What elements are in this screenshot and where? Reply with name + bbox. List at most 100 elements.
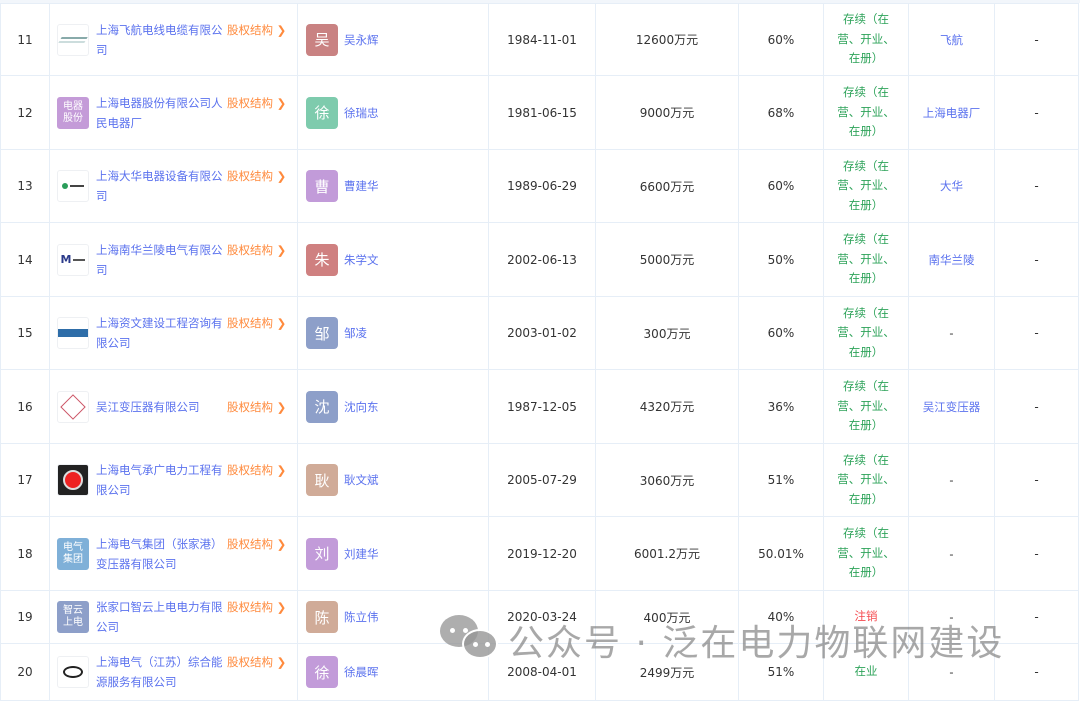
group-link[interactable]: 南华兰陵 <box>908 222 995 297</box>
company-link[interactable]: 上海飞航电线电缆有限公司 <box>96 20 224 60</box>
equity-structure-link[interactable]: 股权结构 ❯ <box>227 242 286 258</box>
row-number: 12 <box>0 75 50 150</box>
person-link[interactable]: 徐瑞忠 <box>344 105 379 121</box>
avatar: 陈 <box>306 601 338 633</box>
status-badge: 存续（在营、开业、在册） <box>823 149 909 223</box>
extra-cell: - <box>994 516 1079 591</box>
registered-capital: 3060万元 <box>595 443 739 517</box>
table-row: 18 电气集团 上海电气集团（张家港）变压器有限公司 股权结构 ❯ 刘 刘建华 … <box>0 516 1079 591</box>
company-link[interactable]: 上海电气（江苏）综合能源服务有限公司 <box>96 652 224 692</box>
avatar: 沈 <box>306 390 338 423</box>
watermark-text: 公众号 · 泛在电力物联网建设 <box>508 623 1005 664</box>
avatar: 耿 <box>306 464 338 496</box>
avatar: 曹 <box>306 170 338 202</box>
group-link[interactable]: 吴江变压器 <box>908 369 995 444</box>
watermark: 公众号 · 泛在电力物联网建设 <box>440 613 1004 667</box>
established-date: 1989-06-29 <box>488 149 596 223</box>
registered-capital: 5000万元 <box>595 222 739 297</box>
avatar: 刘 <box>306 537 338 570</box>
legal-person-cell: 吴 吴永辉 <box>297 3 489 76</box>
chevron-right-icon: ❯ <box>276 399 287 414</box>
established-date: 1987-12-05 <box>488 369 596 444</box>
equity-structure-link[interactable]: 股权结构 ❯ <box>227 168 286 184</box>
company-logo <box>57 464 89 496</box>
established-date: 2019-12-20 <box>488 516 596 591</box>
established-date: 1984-11-01 <box>488 3 596 76</box>
avatar: 邹 <box>306 317 338 349</box>
registered-capital: 6001.2万元 <box>595 516 739 591</box>
equity-structure-link[interactable]: 股权结构 ❯ <box>227 315 286 331</box>
row-number: 16 <box>0 369 50 444</box>
established-date: 2005-07-29 <box>488 443 596 517</box>
person-link[interactable]: 曹建华 <box>344 178 379 194</box>
company-logo: M <box>57 243 89 276</box>
company-cell: 上海大华电器设备有限公司 股权结构 ❯ <box>49 149 298 223</box>
legal-person-cell: 刘 刘建华 <box>297 516 489 591</box>
person-link[interactable]: 徐晨晖 <box>344 664 379 680</box>
chevron-right-icon: ❯ <box>276 316 287 330</box>
legal-person-cell: 沈 沈向东 <box>297 369 489 444</box>
legal-person-cell: 耿 耿文斌 <box>297 443 489 517</box>
company-cell: 电气集团 上海电气集团（张家港）变压器有限公司 股权结构 ❯ <box>49 516 298 591</box>
person-link[interactable]: 刘建华 <box>344 546 379 562</box>
company-logo: 电器股份 <box>57 96 89 129</box>
company-link[interactable]: 上海南华兰陵电气有限公司 <box>96 240 224 280</box>
company-logo <box>57 317 89 349</box>
company-logo <box>57 390 89 423</box>
registered-capital: 12600万元 <box>595 3 739 76</box>
group-link: - <box>908 516 995 591</box>
company-link[interactable]: 上海大华电器设备有限公司 <box>96 166 224 206</box>
company-link[interactable]: 上海资文建设工程咨询有限公司 <box>96 313 224 353</box>
person-link[interactable]: 耿文斌 <box>344 472 379 488</box>
equity-structure-link[interactable]: 股权结构 ❯ <box>227 22 286 38</box>
status-badge: 存续（在营、开业、在册） <box>823 3 909 76</box>
person-link[interactable]: 沈向东 <box>344 399 379 415</box>
equity-structure-link[interactable]: 股权结构 ❯ <box>227 536 286 552</box>
equity-structure-link[interactable]: 股权结构 ❯ <box>227 599 286 615</box>
wechat-icon <box>440 613 500 667</box>
registered-capital: 6600万元 <box>595 149 739 223</box>
status-badge: 存续（在营、开业、在册） <box>823 443 909 517</box>
avatar: 徐 <box>306 656 338 688</box>
row-number: 11 <box>0 3 50 76</box>
row-number: 17 <box>0 443 50 517</box>
chevron-right-icon: ❯ <box>276 22 287 37</box>
equity-structure-link[interactable]: 股权结构 ❯ <box>227 654 286 670</box>
chevron-right-icon: ❯ <box>276 655 287 669</box>
share-ratio: 60% <box>738 149 824 223</box>
group-link[interactable]: 大华 <box>908 149 995 223</box>
share-ratio: 60% <box>738 3 824 76</box>
row-number: 19 <box>0 590 50 644</box>
equity-structure-link[interactable]: 股权结构 ❯ <box>227 462 286 478</box>
company-link[interactable]: 上海电器股份有限公司人民电器厂 <box>96 93 224 133</box>
company-cell: 上海资文建设工程咨询有限公司 股权结构 ❯ <box>49 296 298 370</box>
chevron-right-icon: ❯ <box>276 536 287 551</box>
chevron-right-icon: ❯ <box>276 242 287 257</box>
group-link: - <box>908 443 995 517</box>
avatar: 吴 <box>306 23 338 56</box>
company-link[interactable]: 上海电气承广电力工程有限公司 <box>96 460 224 500</box>
registered-capital: 4320万元 <box>595 369 739 444</box>
person-link[interactable]: 朱学文 <box>344 252 379 268</box>
person-link[interactable]: 邹凌 <box>344 325 367 341</box>
company-link[interactable]: 上海电气集团（张家港）变压器有限公司 <box>96 534 224 574</box>
company-link[interactable]: 张家口智云上电电力有限公司 <box>96 597 224 637</box>
company-cell: 电器股份 上海电器股份有限公司人民电器厂 股权结构 ❯ <box>49 75 298 150</box>
company-link[interactable]: 吴江变压器有限公司 <box>96 397 224 417</box>
person-link[interactable]: 吴永辉 <box>344 32 379 48</box>
company-logo <box>57 656 89 688</box>
table-row: 12 电器股份 上海电器股份有限公司人民电器厂 股权结构 ❯ 徐 徐瑞忠 198… <box>0 75 1079 150</box>
table-row: 13 上海大华电器设备有限公司 股权结构 ❯ 曹 曹建华 1989-06-29 … <box>0 149 1079 223</box>
chevron-right-icon: ❯ <box>276 95 287 110</box>
equity-structure-link[interactable]: 股权结构 ❯ <box>227 399 286 415</box>
avatar: 朱 <box>306 243 338 276</box>
status-badge: 存续（在营、开业、在册） <box>823 296 909 370</box>
row-number: 18 <box>0 516 50 591</box>
extra-cell: - <box>994 222 1079 297</box>
person-link[interactable]: 陈立伟 <box>344 609 379 625</box>
status-badge: 存续（在营、开业、在册） <box>823 369 909 444</box>
equity-structure-link[interactable]: 股权结构 ❯ <box>227 95 286 111</box>
group-link[interactable]: 上海电器厂 <box>908 75 995 150</box>
group-link[interactable]: 飞航 <box>908 3 995 76</box>
company-logo: 智云上电 <box>57 601 89 633</box>
